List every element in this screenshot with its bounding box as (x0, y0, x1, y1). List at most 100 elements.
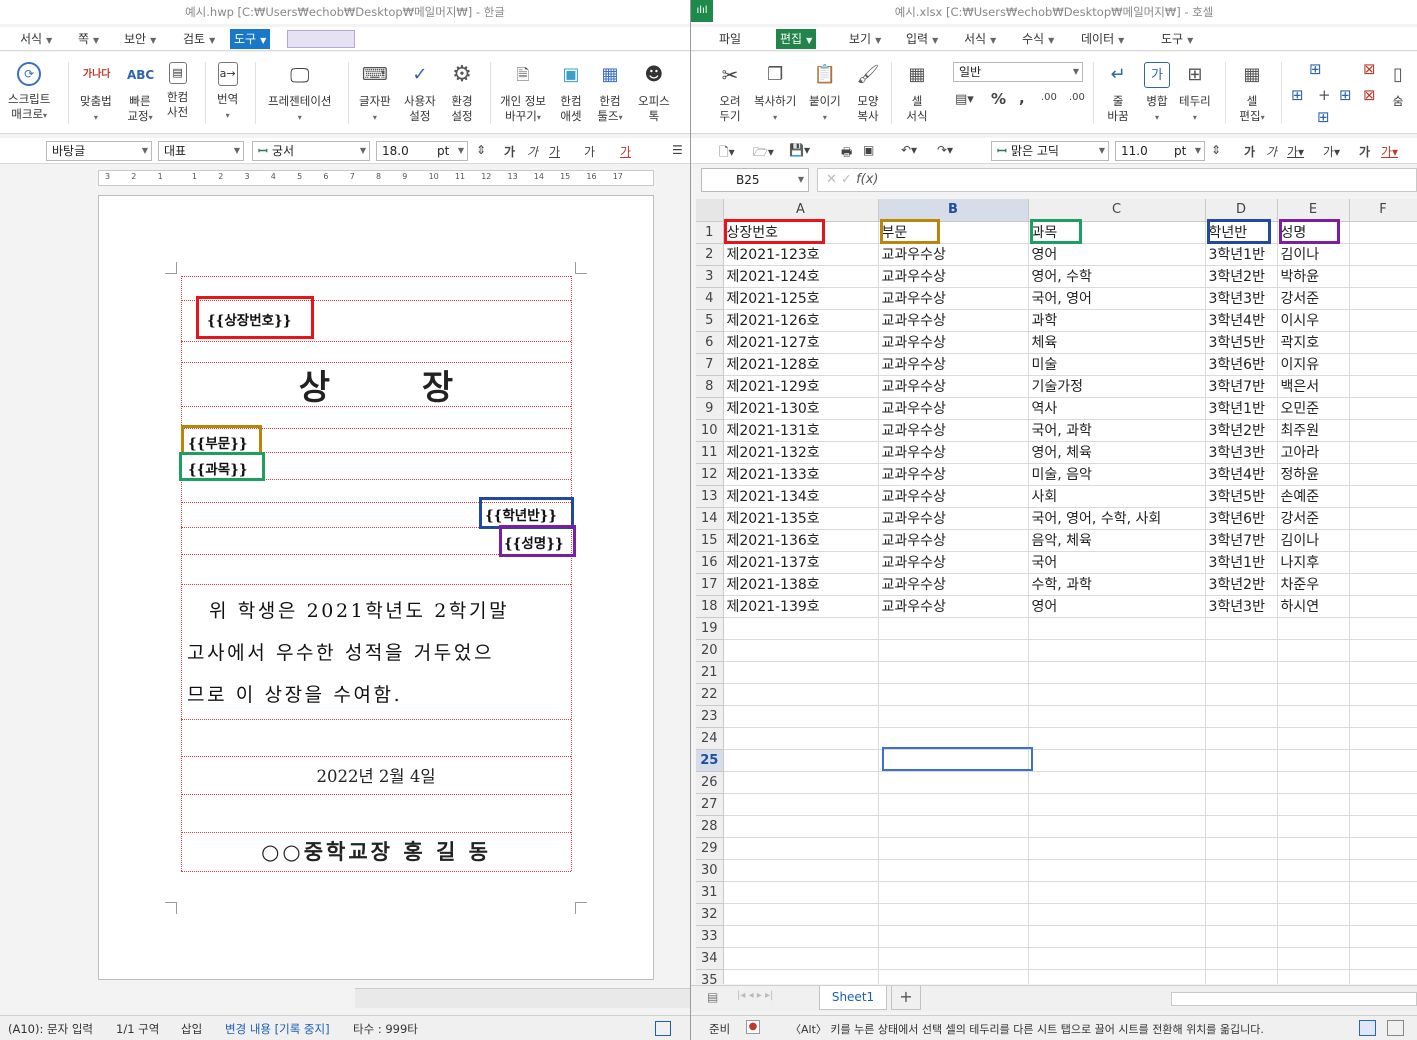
redo-icon[interactable]: ↷▾ (937, 143, 953, 157)
delete-row-icon[interactable]: ⊠ (1363, 60, 1376, 78)
grid-cell[interactable] (878, 793, 1029, 816)
grid-cell[interactable] (1349, 485, 1417, 508)
grid-cell[interactable] (723, 617, 879, 640)
personal-info-button[interactable]: 🗎 개인 정보 바꾸기▾ (500, 62, 546, 125)
row-header[interactable]: 14 (696, 507, 724, 530)
grid-cell[interactable]: 성명 (1277, 221, 1350, 244)
document-title[interactable]: 상 장 (99, 360, 653, 409)
grid-cell[interactable] (1205, 749, 1278, 772)
grid-cell[interactable]: 김이나 (1277, 243, 1350, 266)
grid-cell[interactable]: 제2021-137호 (723, 551, 879, 574)
grid-cell[interactable] (1349, 397, 1417, 420)
grid-cell[interactable] (1028, 815, 1206, 838)
user-settings-button[interactable]: ✓ 사용자 설정 (404, 62, 436, 124)
grid-cell[interactable] (1349, 331, 1417, 354)
environment-settings-button[interactable]: ⚙ 환경 설정 (449, 62, 475, 124)
grid-cell[interactable] (878, 925, 1029, 948)
grid-cell[interactable] (1349, 419, 1417, 442)
grid-cell[interactable]: 3학년2반 (1205, 265, 1278, 288)
row-header[interactable]: 22 (696, 683, 724, 706)
grid-cell[interactable] (723, 683, 879, 706)
grid-cell[interactable]: 3학년5반 (1205, 331, 1278, 354)
grid-cell[interactable] (723, 705, 879, 728)
cut-button[interactable]: ✂ 오려 두기 (717, 62, 743, 124)
grid-cell[interactable]: 제2021-125호 (723, 287, 879, 310)
record-macro-icon[interactable]: ● (746, 1020, 760, 1034)
grid-cell[interactable]: 3학년3반 (1205, 595, 1278, 618)
grid-cell[interactable] (1205, 771, 1278, 794)
row-header[interactable]: 1 (696, 221, 724, 244)
sheet-table[interactable]: A B C D E F 1 상장번호 부문 과목 학년반 성명 2 제2021-123호 교과우수상 영어 3학… (696, 199, 1417, 984)
body-text-line[interactable]: 고사에서 우수한 성적을 거두었으 (187, 638, 571, 665)
grid-cell[interactable]: 교과우수상 (878, 243, 1029, 266)
grid-cell[interactable] (1028, 903, 1206, 926)
grid-cell[interactable] (1349, 595, 1417, 618)
grid-cell[interactable] (723, 837, 879, 860)
open-file-icon[interactable]: 🗁▾ (753, 143, 774, 164)
grid-cell[interactable] (1028, 859, 1206, 882)
grid-cell[interactable]: 과목 (1028, 221, 1206, 244)
italic-icon[interactable]: 가 (527, 143, 538, 160)
spreadsheet-grid[interactable]: A B C D E F 1 상장번호 부문 과목 학년반 성명 2 제2021-123호 교과우수상 영어 3학… (696, 199, 1417, 984)
merge-field-class[interactable]: {{학년반}} (485, 504, 557, 524)
font-effect-icon[interactable]: 가 (1359, 143, 1370, 160)
grid-cell[interactable]: 나지후 (1277, 551, 1350, 574)
page-layout-icon[interactable] (1387, 1020, 1404, 1036)
undo-icon[interactable]: ↶▾ (901, 143, 917, 157)
grid-cell[interactable]: 교과우수상 (878, 485, 1029, 508)
principal-signature[interactable]: ○○중학교장 홍 길 동 (181, 836, 571, 866)
grid-cell[interactable]: 3학년4반 (1205, 463, 1278, 486)
award-date[interactable]: 2022년 2월 4일 (181, 763, 571, 787)
row-header[interactable]: 20 (696, 639, 724, 662)
grid-cell[interactable]: 부문 (878, 221, 1029, 244)
outline-select[interactable]: 대표 ▼ (158, 141, 244, 161)
column-header-c[interactable]: C (1028, 199, 1206, 222)
grid-cell[interactable]: 제2021-132호 (723, 441, 879, 464)
grid-cell[interactable]: 3학년1반 (1205, 551, 1278, 574)
document-page[interactable]: {{상장번호}} 상 장 {{부문}} {{과목}} {{학년반}} {{성명}… (98, 195, 654, 980)
font-select[interactable]: ꟷ 궁서 ▼ (252, 141, 370, 161)
cell-format-button[interactable]: ▦ 셀 서식 (904, 62, 930, 124)
grid-cell[interactable] (1205, 881, 1278, 904)
grid-cell[interactable]: 교과우수상 (878, 419, 1029, 442)
grid-cell[interactable] (1205, 903, 1278, 926)
grid-cell[interactable]: 영어 (1028, 243, 1206, 266)
formula-bar[interactable]: ✕ ✓ f(x) (817, 168, 1417, 192)
grid-cell[interactable] (878, 617, 1029, 640)
percent-icon[interactable]: % (991, 90, 1006, 108)
dictionary-button[interactable]: ▤ 한컴 사전 (167, 62, 188, 120)
grid-cell[interactable] (1205, 617, 1278, 640)
merge-field-award-no[interactable]: {{상장번호}} (207, 309, 291, 329)
decrease-decimal-icon[interactable]: .00 (1069, 92, 1085, 103)
grid-cell[interactable] (1205, 947, 1278, 970)
quick-correct-button[interactable]: ABC 빠른 교정▾ (127, 62, 154, 125)
row-header[interactable]: 23 (696, 705, 724, 728)
grid-cell[interactable]: 제2021-139호 (723, 595, 879, 618)
grid-cell[interactable] (1205, 639, 1278, 662)
grid-cell[interactable] (1349, 309, 1417, 332)
grid-cell[interactable]: 교과우수상 (878, 265, 1029, 288)
grid-cell[interactable] (1349, 265, 1417, 288)
grid-cell[interactable]: 제2021-129호 (723, 375, 879, 398)
grid-cell[interactable]: 제2021-133호 (723, 463, 879, 486)
grid-cell[interactable]: 3학년3반 (1205, 441, 1278, 464)
grid-cell[interactable] (723, 771, 879, 794)
status-track-changes[interactable]: 변경 내용 [기록 중지] (225, 1021, 330, 1037)
wrap-text-button[interactable]: ↵ 줄 바꿈 (1105, 62, 1131, 124)
grid-cell[interactable] (1349, 925, 1417, 948)
grid-cell[interactable] (1277, 881, 1350, 904)
font-color-icon[interactable]: 가▾ (1381, 143, 1398, 160)
grid-cell[interactable] (1028, 793, 1206, 816)
grid-cell[interactable] (1205, 793, 1278, 816)
grid-cell[interactable] (1028, 727, 1206, 750)
grid-cell[interactable] (1349, 287, 1417, 310)
row-header[interactable]: 5 (696, 309, 724, 332)
grid-cell[interactable]: 3학년6반 (1205, 507, 1278, 530)
grid-cell[interactable] (878, 771, 1029, 794)
horizontal-scrollbar[interactable] (1171, 992, 1417, 1006)
row-header[interactable]: 2 (696, 243, 724, 266)
grid-cell[interactable]: 3학년1반 (1205, 243, 1278, 266)
column-header-e[interactable]: E (1277, 199, 1350, 222)
grid-cell[interactable] (878, 683, 1029, 706)
insert-sheet-icon[interactable]: ⊞ (1317, 108, 1330, 126)
